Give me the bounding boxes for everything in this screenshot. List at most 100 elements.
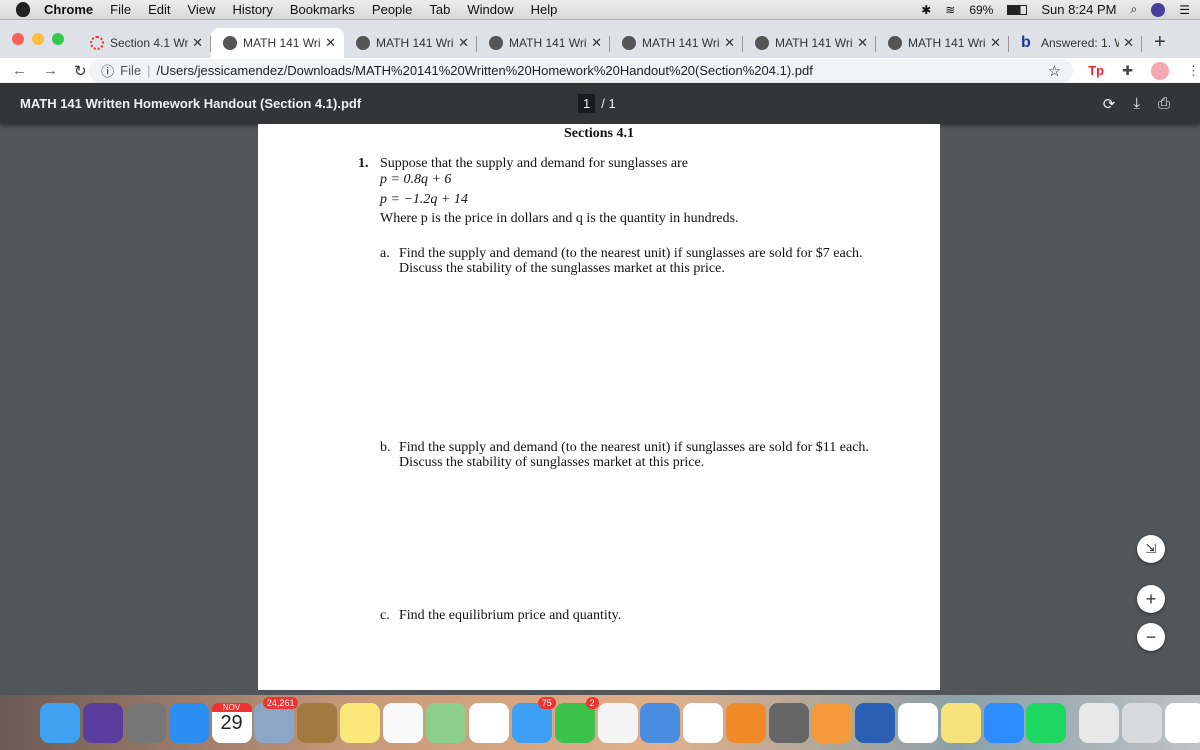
tab-active[interactable]: MATH 141 Writte✕ (211, 28, 344, 58)
close-tab-icon[interactable]: ✕ (192, 35, 203, 51)
dock-calendar-icon[interactable]: NOV 29 (211, 702, 252, 743)
notification-badge: 24,261 (262, 696, 299, 709)
bluetooth-icon[interactable]: ✱ (921, 3, 931, 17)
fit-to-page-button[interactable]: ⇲ (1137, 535, 1165, 563)
close-tab-icon[interactable]: ✕ (857, 35, 868, 51)
dock-downloads-stack-icon[interactable] (1079, 702, 1120, 743)
battery-icon[interactable] (1007, 4, 1028, 15)
part-a-label: a. (380, 246, 390, 261)
dock-chrome-icon[interactable] (897, 702, 938, 743)
profile-avatar[interactable] (1151, 61, 1169, 80)
tab[interactable]: MATH 141 Writte✕ (610, 28, 743, 58)
menu-view[interactable]: View (187, 2, 215, 17)
dock-finder-icon[interactable] (40, 702, 80, 743)
dock-reminders-icon[interactable] (383, 702, 424, 743)
pdf-page: Sections 4.1 1. Suppose that the supply … (258, 124, 940, 690)
menu-chrome[interactable]: Chrome (44, 2, 93, 17)
menu-file[interactable]: File (110, 2, 131, 17)
dock-stickies-icon[interactable] (940, 702, 981, 743)
page-number-input[interactable]: 1 (578, 94, 596, 113)
close-tab-icon[interactable]: ✕ (724, 35, 735, 51)
dock-zoom-icon[interactable] (983, 702, 1024, 743)
zoom-window-button[interactable] (52, 33, 64, 45)
extensions-puzzle-icon[interactable]: ✚ (1122, 63, 1133, 79)
download-icon[interactable]: ⤓ (1133, 95, 1140, 113)
zoom-in-button[interactable]: + (1137, 585, 1165, 613)
dock-chrome-window-icon[interactable] (1165, 702, 1200, 743)
close-tab-icon[interactable]: ✕ (458, 35, 469, 51)
globe-icon (356, 36, 370, 50)
dock-system-preferences-icon[interactable] (769, 702, 810, 743)
address-bar[interactable]: ⓘ File | /Users/jessicamendez/Downloads/… (89, 58, 1074, 83)
menu-bookmarks[interactable]: Bookmarks (290, 2, 355, 17)
dock-safari-icon[interactable] (168, 702, 209, 743)
dock-trash-icon[interactable] (1122, 702, 1163, 743)
dock: NOV 29 24,261 75 2 (0, 695, 1200, 750)
section-heading: Sections 4.1 (564, 126, 634, 141)
dock-facetime-icon[interactable]: 2 (554, 696, 599, 743)
dock-maps-icon[interactable] (426, 702, 467, 743)
tab[interactable]: Section 4.1 Writt✕ (78, 28, 211, 58)
apple-icon[interactable] (16, 2, 30, 17)
spotlight-search-icon[interactable]: ⌕ (1131, 2, 1138, 17)
dock-spotify-icon[interactable] (1026, 702, 1067, 743)
dock-siri-icon[interactable] (82, 702, 123, 743)
dock-keynote-icon[interactable] (640, 702, 681, 743)
wifi-icon[interactable]: ≋ (945, 3, 955, 17)
close-tab-icon[interactable]: ✕ (325, 35, 336, 51)
dock-word-icon[interactable] (854, 702, 895, 743)
close-tab-icon[interactable]: ✕ (591, 35, 602, 51)
notification-badge: 75 (537, 696, 556, 709)
minimize-window-button[interactable] (32, 33, 44, 45)
new-tab-button[interactable]: + (1142, 28, 1178, 58)
reload-button[interactable]: ↻ (74, 62, 87, 80)
chrome-menu-icon[interactable]: ⋮ (1187, 63, 1200, 79)
page-total: / 1 (601, 96, 616, 111)
dock-notes-icon[interactable] (340, 702, 381, 743)
close-tab-icon[interactable]: ✕ (1123, 35, 1134, 51)
part-a-line1: Find the supply and demand (to the neare… (399, 246, 863, 261)
menu-edit[interactable]: Edit (148, 2, 170, 17)
globe-icon (223, 36, 237, 50)
tp-extension-icon[interactable]: Tp (1088, 63, 1104, 78)
tab[interactable]: MATH 141 Writte✕ (743, 28, 876, 58)
info-icon[interactable]: ⓘ (101, 61, 114, 80)
clock[interactable]: Sun 8:24 PM (1041, 2, 1116, 17)
demand-equation: p = −1.2q + 14 (380, 192, 468, 207)
dock-ibooks-icon[interactable] (726, 702, 767, 743)
close-window-button[interactable] (12, 33, 24, 45)
part-b-line2: Discuss the stability of sunglasses mark… (399, 455, 705, 470)
notification-center-icon[interactable]: ☰ (1179, 3, 1190, 17)
battery-percent[interactable]: 69% (969, 3, 993, 17)
dock-launchpad-icon[interactable] (125, 702, 166, 743)
menu-help[interactable]: Help (531, 2, 558, 17)
forward-button[interactable]: → (43, 62, 58, 80)
dock-itunes-icon[interactable] (683, 702, 724, 743)
rotate-icon[interactable]: ⟳ (1103, 95, 1116, 113)
zoom-out-button[interactable]: − (1137, 623, 1165, 651)
menu-tab[interactable]: Tab (429, 2, 450, 17)
globe-icon (622, 36, 636, 50)
bookmark-star-icon[interactable]: ☆ (1048, 62, 1061, 80)
close-tab-icon[interactable]: ✕ (990, 35, 1001, 51)
dock-numbers-icon[interactable] (597, 702, 638, 743)
tab[interactable]: MATH 141 Writte✕ (344, 28, 477, 58)
variable-definition: Where p is the price in dollars and q is… (380, 211, 739, 226)
tab[interactable]: bAnswered: 1. Wri✕ (1009, 28, 1142, 58)
dock-contacts-icon[interactable] (297, 702, 338, 743)
dock-photos-icon[interactable] (468, 702, 509, 743)
part-c-label: c. (380, 608, 390, 623)
dock-messages-icon[interactable]: 75 (511, 696, 556, 743)
dock-mail-icon[interactable]: 24,261 (254, 696, 299, 743)
menu-history[interactable]: History (232, 2, 272, 17)
tab[interactable]: MATH 141 Writte✕ (876, 28, 1009, 58)
url-text[interactable]: /Users/jessicamendez/Downloads/MATH%2014… (156, 63, 1047, 78)
siri-icon[interactable] (1151, 2, 1166, 17)
menu-window[interactable]: Window (467, 2, 513, 17)
menu-people[interactable]: People (372, 2, 412, 17)
back-button[interactable]: ← (12, 62, 27, 80)
print-icon[interactable]: ⎙ (1158, 95, 1170, 113)
scheme-label: File (120, 63, 142, 78)
dock-pages-icon[interactable] (812, 702, 853, 743)
tab[interactable]: MATH 141 Writte✕ (477, 28, 610, 58)
